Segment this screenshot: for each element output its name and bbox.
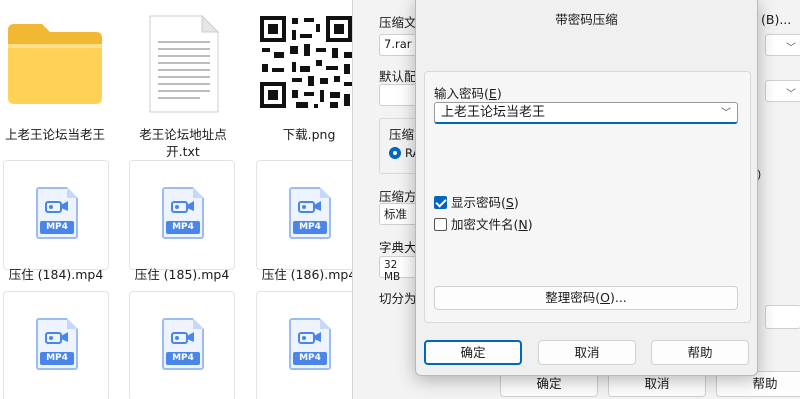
archive-name-input[interactable]: 7.rar: [379, 34, 419, 56]
profiles-button[interactable]: [379, 84, 419, 106]
camera-icon: [298, 332, 321, 344]
thumbnail-frame: MP4: [256, 291, 352, 399]
camera-icon: [171, 201, 194, 213]
help-button[interactable]: 帮助: [651, 340, 749, 365]
video-file-icon: MP4: [36, 187, 78, 239]
dialog-title: 带密码压缩: [555, 12, 618, 27]
thumbnail-frame: MP4: [129, 291, 235, 399]
format-radio-rar[interactable]: [389, 147, 401, 159]
camera-icon: [45, 332, 68, 344]
video-file-icon: MP4: [36, 318, 78, 370]
show-password-label: 显示密码(S): [451, 195, 519, 210]
thumbnail-frame: MP4: [3, 291, 109, 399]
txt-file-label: 老王论坛地址点开.txt: [139, 127, 227, 159]
default-profile-label: 默认配: [379, 69, 417, 84]
password-input[interactable]: 上老王论坛当老王 ﹀: [434, 102, 738, 124]
text-document-icon: [149, 14, 220, 113]
qr-code-image-icon: [258, 14, 352, 110]
chevron-down-icon: ﹀: [786, 43, 796, 54]
thumbnail-frame: MP4: [129, 160, 235, 270]
folder-icon: [8, 24, 102, 104]
video-file-icon: MP4: [162, 318, 204, 370]
dictionary-label: 字典大: [379, 240, 417, 255]
show-password-checkbox[interactable]: 显示密码(S): [434, 195, 674, 211]
format-label: 压缩: [389, 127, 415, 142]
archive-name-dropdown[interactable]: ﹀: [765, 34, 800, 56]
update-mode-dropdown[interactable]: ﹀: [765, 80, 800, 102]
encrypt-filenames-label: 加密文件名(N): [451, 217, 533, 232]
thumbnail-frame: MP4: [3, 160, 109, 270]
method-dropdown[interactable]: 标准: [379, 203, 419, 225]
organize-passwords-button[interactable]: 整理密码(O)...: [434, 286, 738, 310]
thumbnail-frame: MP4: [256, 160, 352, 270]
chevron-down-icon[interactable]: ﹀: [721, 105, 731, 123]
password-dialog: 带密码压缩 输入密码(E) 上老王论坛当老王 ﹀ 显示密码(S) 加密文件名(N…: [415, 0, 758, 376]
folder-label: 上老王论坛当老王: [4, 127, 105, 142]
browse-button[interactable]: (B)...: [761, 12, 791, 27]
cancel-button[interactable]: 取消: [538, 340, 636, 365]
video-file-label: 压住 (184).mp4: [8, 267, 104, 282]
split-volumes-label: 切分为: [379, 291, 417, 306]
png-file-label: 下载.png: [282, 127, 336, 142]
password-value: 上老王论坛当老王: [441, 105, 546, 120]
video-file-label: 压住 (185).mp4: [134, 267, 230, 282]
checkbox-checked-icon: [434, 196, 447, 209]
video-file-icon: MP4: [162, 187, 204, 239]
camera-icon: [171, 332, 194, 344]
camera-icon: [298, 201, 321, 213]
camera-icon: [45, 201, 68, 213]
split-volumes-extra[interactable]: [765, 305, 800, 329]
archive-name-label: 压缩文: [379, 15, 417, 30]
file-explorer: 上老王论坛当老王 老王论坛地址点开.txt 下载.png MP4 压住 (184…: [0, 0, 352, 399]
video-file-icon: MP4: [289, 318, 331, 370]
video-file-label: 压住 (186).mp4: [261, 267, 352, 282]
checkbox-unchecked-icon: [434, 218, 447, 231]
chevron-down-icon: ﹀: [786, 89, 796, 100]
ok-button[interactable]: 确定: [424, 340, 522, 365]
dictionary-dropdown[interactable]: 32 MB: [379, 256, 419, 283]
enter-password-label: 输入密码(E): [434, 86, 502, 101]
encrypt-filenames-checkbox[interactable]: 加密文件名(N): [434, 217, 674, 233]
video-file-icon: MP4: [289, 187, 331, 239]
